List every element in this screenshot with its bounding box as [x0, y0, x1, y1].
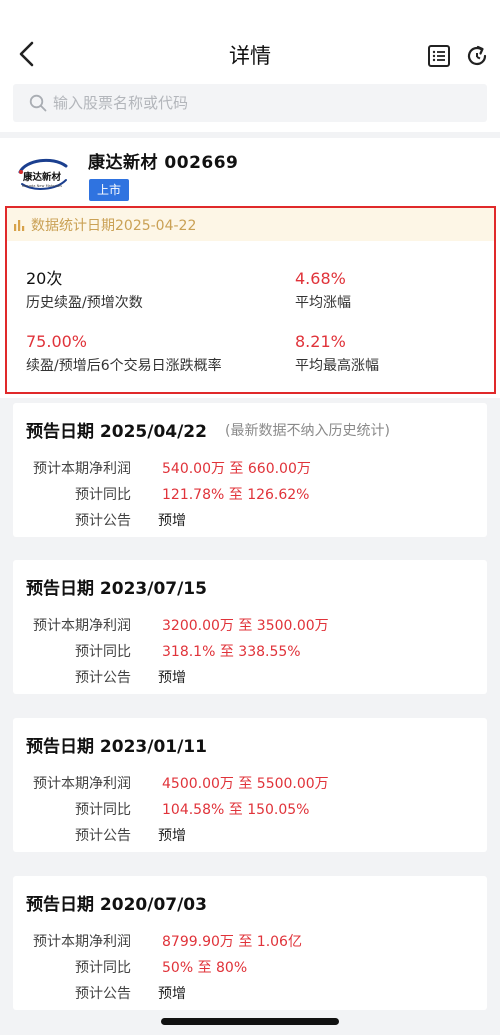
statistics-panel: 数据统计日期2025-04-22 20次 历史续盈/预增次数 4.68% 平均涨… — [5, 206, 496, 394]
top-bar: 详情 — [0, 0, 500, 82]
statistics-date-bar: 数据统计日期2025-04-22 — [7, 208, 494, 241]
announcement-value: 预增 — [158, 986, 186, 1002]
list-icon[interactable] — [426, 43, 452, 69]
listing-status-badge: 上市 — [89, 179, 129, 201]
yoy-value: 121.78% 至 126.62% — [162, 487, 310, 503]
stat-label: 平均涨幅 — [295, 295, 351, 311]
yoy-label: 预计同比 — [75, 644, 131, 660]
profit-value: 540.00万 至 660.00万 — [162, 461, 311, 477]
company-logo: 康达新材 Kangda New Materials — [18, 158, 68, 190]
stat-probability: 75.00% 续盈/预增后6个交易日涨跌概率 — [26, 332, 222, 376]
yoy-value: 318.1% 至 338.55% — [162, 644, 301, 660]
announcement-value: 预增 — [158, 513, 186, 529]
stock-name-code: 康达新材 002669 — [88, 153, 239, 173]
profit-label: 预计本期净利润 — [33, 461, 131, 477]
stock-summary-card: 康达新材 Kangda New Materials 康达新材 002669 上市… — [0, 138, 500, 398]
bar-chart-icon — [14, 220, 25, 231]
home-indicator[interactable] — [161, 1018, 339, 1025]
profit-label: 预计本期净利润 — [33, 776, 131, 792]
forecast-card[interactable]: 预告日期 2020/07/03 预计本期净利润 8799.90万 至 1.06亿… — [13, 876, 487, 1010]
stat-label: 历史续盈/预增次数 — [26, 295, 143, 311]
logo-english: Kangda New Materials — [22, 184, 62, 188]
stat-average-gain: 4.68% 平均涨幅 — [295, 269, 351, 313]
announcement-label: 预计公告 — [75, 828, 131, 844]
forecast-note: (最新数据不纳入历史统计) — [225, 423, 390, 439]
refresh-icon[interactable] — [464, 43, 490, 69]
forecast-date-title: 预告日期 2020/07/03 — [26, 895, 207, 915]
announcement-value: 预增 — [158, 670, 186, 686]
statistics-date: 数据统计日期2025-04-22 — [31, 218, 197, 234]
forecast-date-title: 预告日期 2023/07/15 — [26, 579, 207, 599]
search-icon — [29, 94, 47, 112]
profit-label: 预计本期净利润 — [33, 934, 131, 950]
stat-value: 4.68% — [295, 269, 346, 288]
profit-value: 8799.90万 至 1.06亿 — [162, 934, 302, 950]
stat-history-count: 20次 历史续盈/预增次数 — [26, 269, 143, 313]
stat-value: 8.21% — [295, 332, 346, 351]
forecast-date-title: 预告日期 2023/01/11 — [26, 737, 207, 757]
announcement-value: 预增 — [158, 828, 186, 844]
profit-value: 3200.00万 至 3500.00万 — [162, 618, 329, 634]
profit-value: 4500.00万 至 5500.00万 — [162, 776, 329, 792]
yoy-value: 50% 至 80% — [162, 960, 248, 976]
logo-name: 康达新材 — [22, 171, 62, 183]
yoy-label: 预计同比 — [75, 487, 131, 503]
announcement-label: 预计公告 — [75, 670, 131, 686]
search-box[interactable] — [13, 84, 487, 122]
forecast-card[interactable]: 预告日期 2023/01/11 预计本期净利润 4500.00万 至 5500.… — [13, 718, 487, 852]
stat-label: 平均最高涨幅 — [295, 358, 379, 374]
yoy-label: 预计同比 — [75, 960, 131, 976]
stat-label: 续盈/预增后6个交易日涨跌概率 — [26, 358, 222, 374]
forecast-card[interactable]: 预告日期 2025/04/22 (最新数据不纳入历史统计) 预计本期净利润 54… — [13, 403, 487, 537]
forecast-card[interactable]: 预告日期 2023/07/15 预计本期净利润 3200.00万 至 3500.… — [13, 560, 487, 694]
yoy-value: 104.58% 至 150.05% — [162, 802, 310, 818]
page-title: 详情 — [229, 44, 271, 68]
announcement-label: 预计公告 — [75, 986, 131, 1002]
profit-label: 预计本期净利润 — [33, 618, 131, 634]
stat-value: 75.00% — [26, 332, 88, 351]
announcement-label: 预计公告 — [75, 513, 131, 529]
forecast-date-title: 预告日期 2025/04/22 — [26, 422, 207, 442]
search-input[interactable] — [53, 84, 473, 122]
search-bar — [0, 82, 500, 132]
stat-average-max-gain: 8.21% 平均最高涨幅 — [295, 332, 379, 376]
yoy-label: 预计同比 — [75, 802, 131, 818]
stat-value: 20次 — [26, 269, 63, 288]
